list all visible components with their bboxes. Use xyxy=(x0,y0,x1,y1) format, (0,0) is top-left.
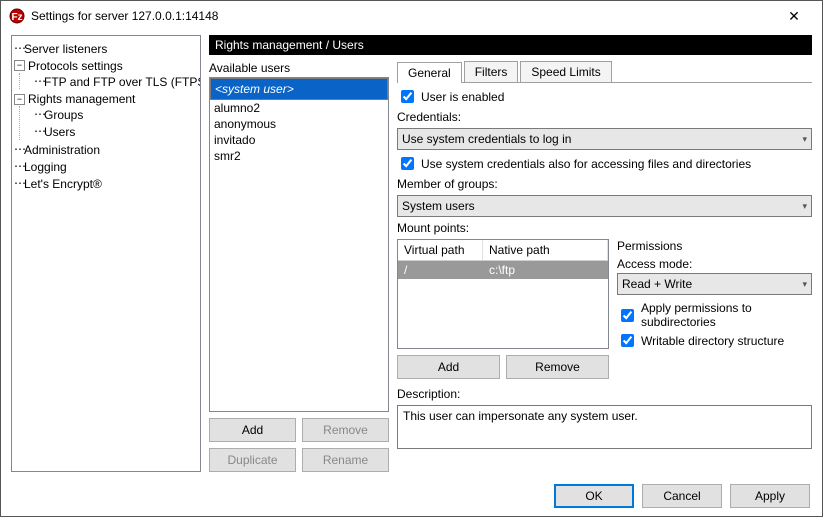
nav-lets-encrypt[interactable]: ⋯Let's Encrypt® xyxy=(14,175,198,192)
user-item[interactable]: invitado xyxy=(210,132,388,148)
writable-checkbox[interactable] xyxy=(621,334,634,347)
user-list[interactable]: <system user> alumno2 anonymous invitado… xyxy=(209,77,389,412)
user-item[interactable]: alumno2 xyxy=(210,100,388,116)
user-enabled-checkbox[interactable] xyxy=(401,90,414,103)
apply-button[interactable]: Apply xyxy=(730,484,810,508)
window-title: Settings for server 127.0.0.1:14148 xyxy=(31,9,774,23)
nav-administration[interactable]: ⋯Administration xyxy=(14,141,198,158)
rename-user-button[interactable]: Rename xyxy=(302,448,389,472)
nav-groups[interactable]: ⋯Groups xyxy=(34,106,198,123)
cancel-button[interactable]: Cancel xyxy=(642,484,722,508)
writable-label: Writable directory structure xyxy=(641,334,784,348)
user-item[interactable]: smr2 xyxy=(210,148,388,164)
tab-bar: General Filters Speed Limits xyxy=(397,61,812,83)
member-label: Member of groups: xyxy=(397,177,812,191)
description-label: Description: xyxy=(397,387,812,401)
mount-row[interactable]: / c:\ftp xyxy=(398,261,608,279)
member-select[interactable]: System users ▾ xyxy=(397,195,812,217)
tab-speed-limits[interactable]: Speed Limits xyxy=(520,61,611,82)
mount-add-button[interactable]: Add xyxy=(397,355,500,379)
permissions-label: Permissions xyxy=(617,239,812,253)
member-value: System users xyxy=(402,199,475,213)
sys-access-label: Use system credentials also for accessin… xyxy=(421,157,751,171)
settings-window: Fz Settings for server 127.0.0.1:14148 ✕… xyxy=(0,0,823,517)
access-mode-select[interactable]: Read + Write ▾ xyxy=(617,273,812,295)
access-mode-label: Access mode: xyxy=(617,257,812,271)
panel-header: Rights management / Users xyxy=(209,35,812,55)
nav-tree: ⋯Server listeners −Protocols settings ⋯F… xyxy=(11,35,201,472)
user-enabled-label: User is enabled xyxy=(421,90,504,104)
remove-user-button[interactable]: Remove xyxy=(302,418,389,442)
chevron-down-icon: ▾ xyxy=(802,201,807,212)
user-item[interactable]: anonymous xyxy=(210,116,388,132)
available-users-label: Available users xyxy=(209,61,389,75)
titlebar: Fz Settings for server 127.0.0.1:14148 ✕ xyxy=(1,1,822,31)
mount-vpath: / xyxy=(398,261,483,279)
mount-table[interactable]: Virtual path Native path / c:\ftp xyxy=(397,239,609,349)
nav-protocols[interactable]: −Protocols settings ⋯FTP and FTP over TL… xyxy=(14,57,198,91)
add-user-button[interactable]: Add xyxy=(209,418,296,442)
tab-filters[interactable]: Filters xyxy=(464,61,519,82)
apply-subdirs-checkbox[interactable] xyxy=(621,309,634,322)
nav-rights[interactable]: −Rights management ⋯Groups ⋯Users xyxy=(14,90,198,140)
app-icon: Fz xyxy=(9,8,25,24)
dialog-footer: OK Cancel Apply xyxy=(1,476,822,516)
svg-text:Fz: Fz xyxy=(11,12,22,23)
credentials-value: Use system credentials to log in xyxy=(402,132,571,146)
mount-col-vpath[interactable]: Virtual path xyxy=(398,240,483,260)
credentials-label: Credentials: xyxy=(397,110,812,124)
mount-label: Mount points: xyxy=(397,221,812,235)
access-mode-value: Read + Write xyxy=(622,277,692,291)
sys-access-checkbox[interactable] xyxy=(401,157,414,170)
nav-server-listeners[interactable]: ⋯Server listeners xyxy=(14,40,198,57)
mount-col-npath[interactable]: Native path xyxy=(483,240,608,260)
user-item-system[interactable]: <system user> xyxy=(210,78,388,100)
description-textarea[interactable] xyxy=(397,405,812,449)
mount-npath: c:\ftp xyxy=(483,261,608,279)
nav-logging[interactable]: ⋯Logging xyxy=(14,158,198,175)
apply-subdirs-label: Apply permissions to subdirectories xyxy=(641,301,812,329)
nav-ftp[interactable]: ⋯FTP and FTP over TLS (FTPS) xyxy=(34,73,198,90)
mount-header: Virtual path Native path xyxy=(398,240,608,261)
collapse-icon[interactable]: − xyxy=(14,94,25,105)
duplicate-user-button[interactable]: Duplicate xyxy=(209,448,296,472)
chevron-down-icon: ▾ xyxy=(802,134,807,145)
credentials-select[interactable]: Use system credentials to log in ▾ xyxy=(397,128,812,150)
close-icon[interactable]: ✕ xyxy=(774,8,814,25)
nav-users[interactable]: ⋯Users xyxy=(34,123,198,140)
tab-general[interactable]: General xyxy=(397,62,462,83)
mount-remove-button[interactable]: Remove xyxy=(506,355,609,379)
ok-button[interactable]: OK xyxy=(554,484,634,508)
collapse-icon[interactable]: − xyxy=(14,60,25,71)
chevron-down-icon: ▾ xyxy=(802,279,807,290)
